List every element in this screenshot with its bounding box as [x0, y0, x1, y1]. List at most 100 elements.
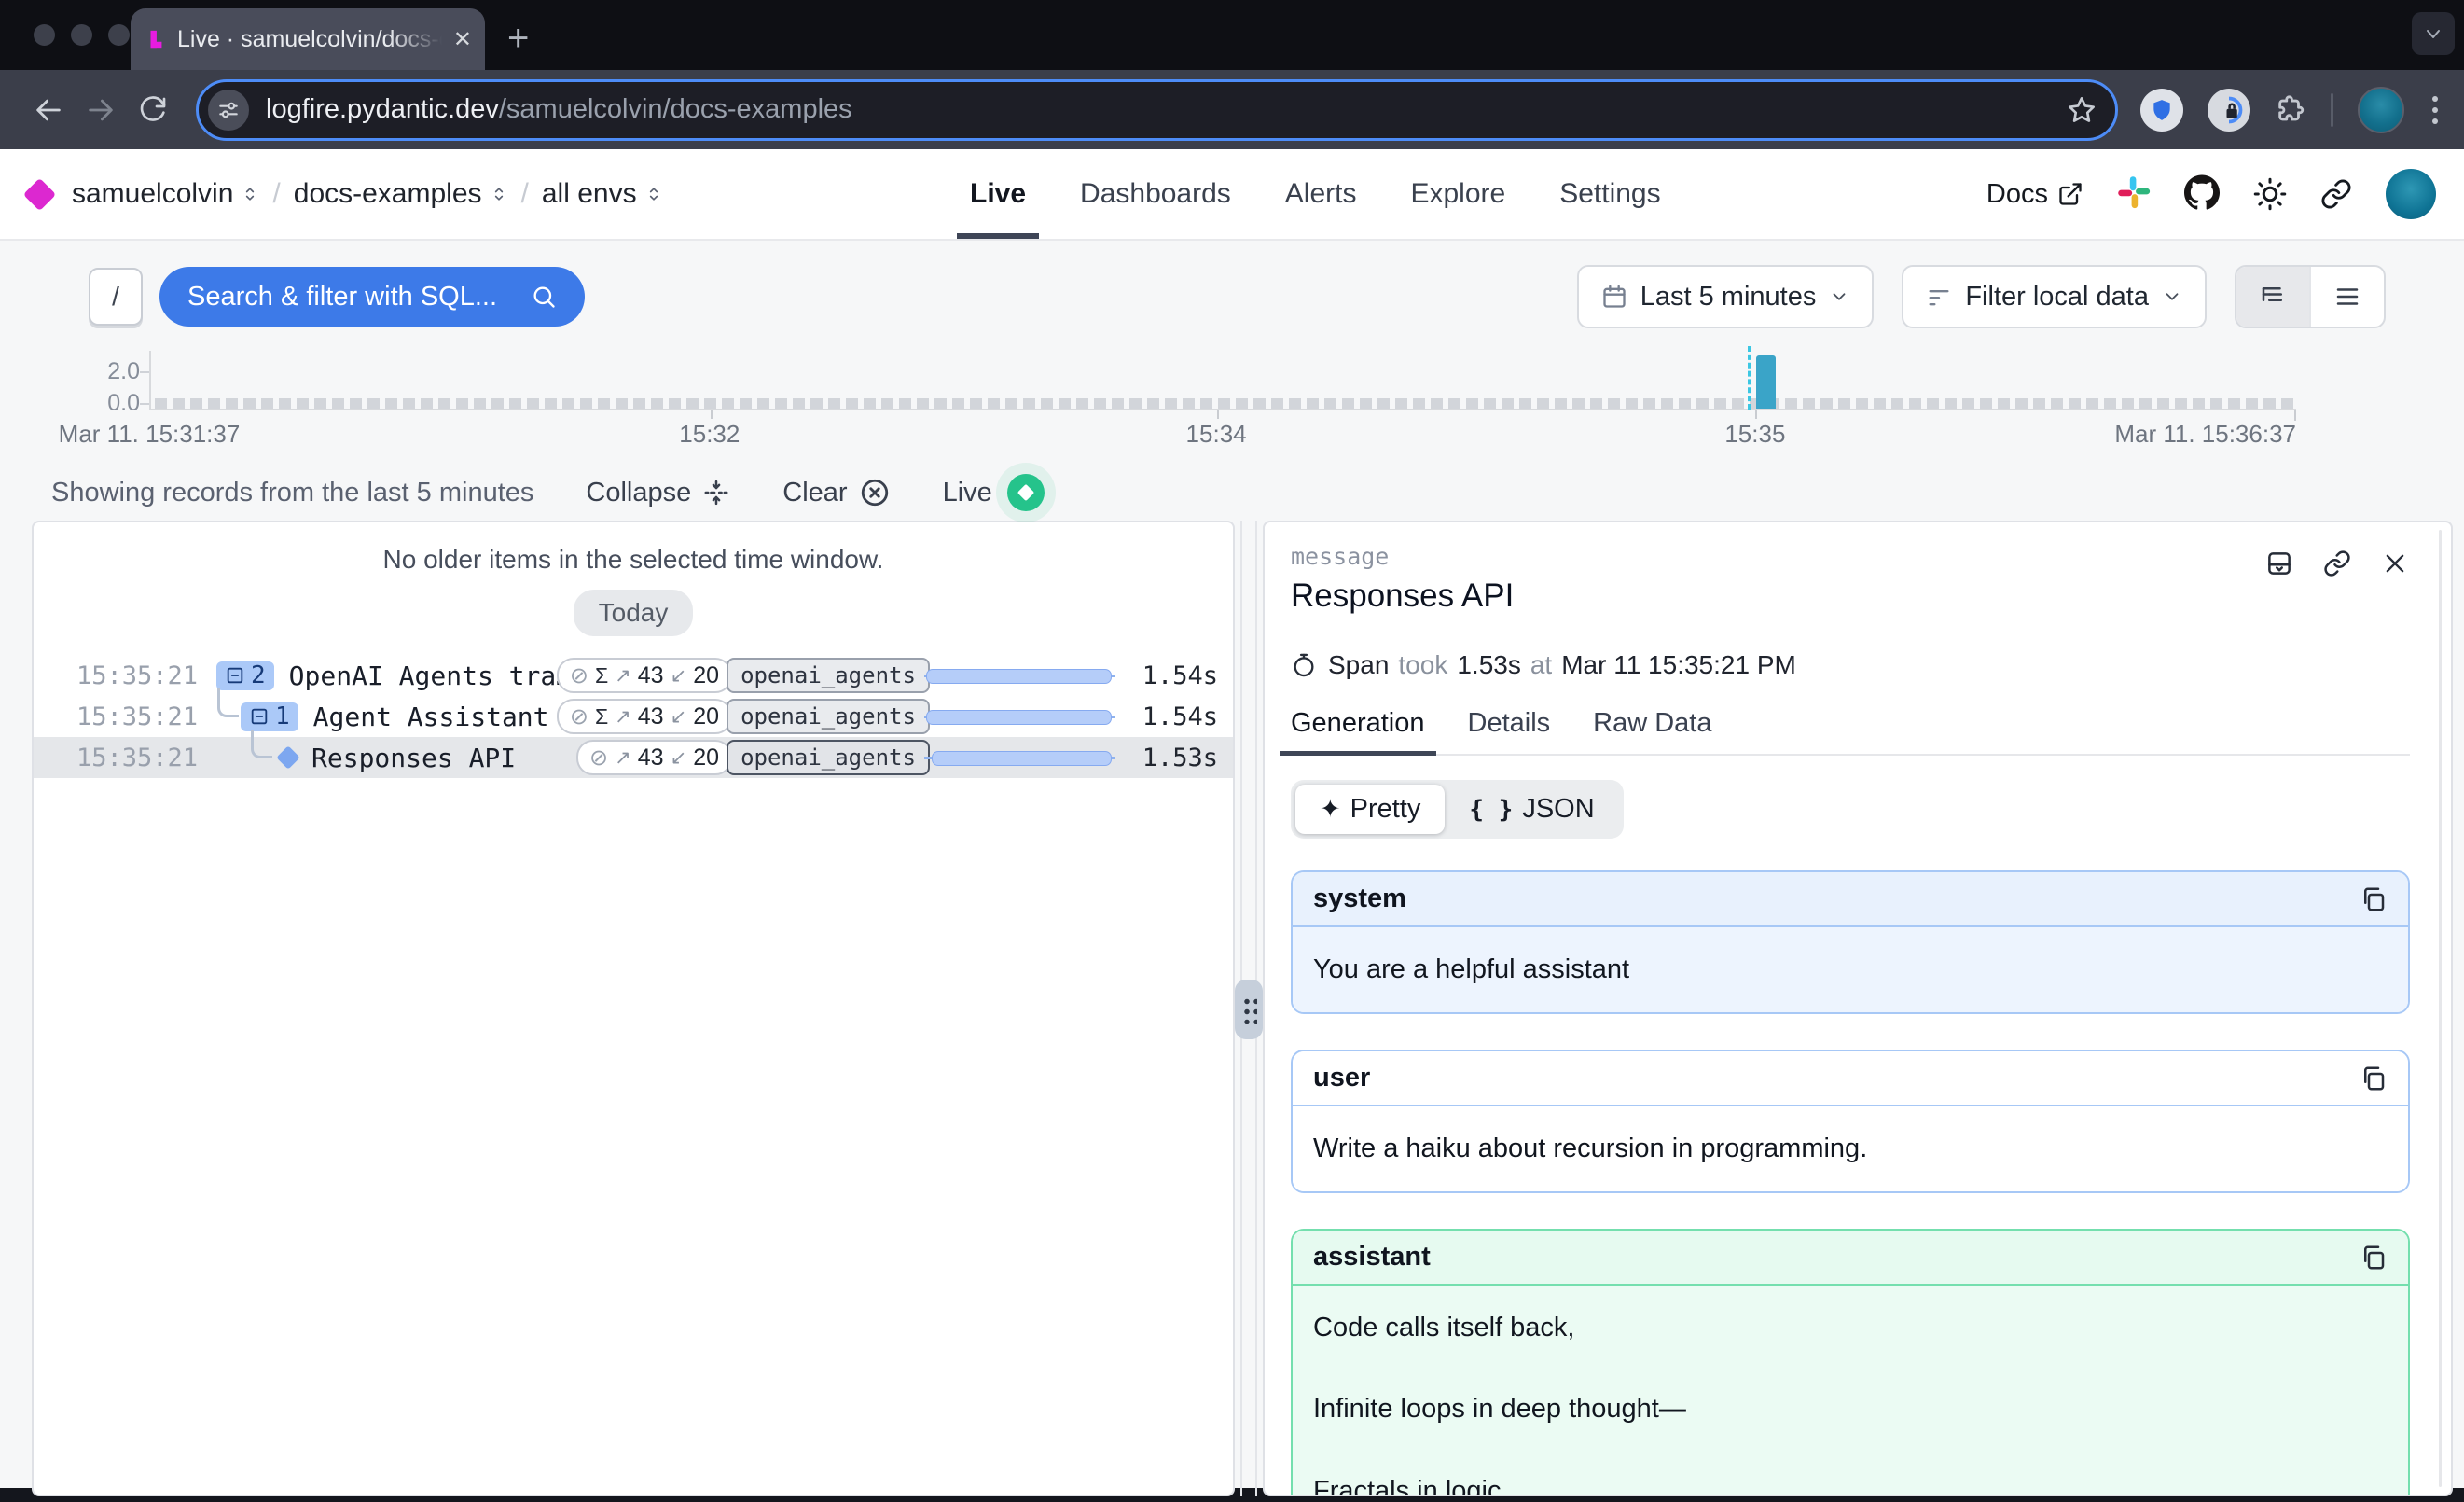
y-tick-label: 2.0	[84, 358, 140, 385]
trace-row-selected[interactable]: 15:35:21 Responses API ⊘ ↗43 ↙20 openai_…	[34, 737, 1233, 778]
browser-menu-button[interactable]	[2429, 92, 2442, 128]
tab-close-icon[interactable]: ✕	[453, 26, 472, 53]
site-settings-button[interactable]	[208, 90, 249, 131]
collapse-button[interactable]: Collapse	[586, 478, 730, 508]
tab-search-chevron-button[interactable]	[2412, 12, 2455, 55]
pretty-toggle[interactable]: ✦ Pretty	[1295, 785, 1445, 834]
app-body: / Search & filter with SQL... Last 5 min…	[0, 241, 2464, 1488]
extensions-puzzle-button[interactable]	[2275, 94, 2306, 126]
scope-tag-cell: openai_agents	[745, 699, 911, 734]
puzzle-icon	[2275, 94, 2306, 126]
forward-button[interactable]	[82, 91, 119, 129]
theme-toggle-button[interactable]	[2253, 177, 2287, 211]
json-toggle[interactable]: { } JSON	[1445, 785, 1618, 834]
tokens-out-count: 20	[693, 744, 719, 772]
date-chip[interactable]: Today	[574, 590, 694, 636]
tab-raw-data[interactable]: Raw Data	[1593, 708, 1711, 739]
close-window-button[interactable]	[34, 24, 55, 46]
link-icon	[2323, 549, 2351, 577]
y-tick-mark	[140, 371, 149, 373]
share-link-button[interactable]	[2320, 178, 2352, 210]
message-header: assistant	[1293, 1231, 2408, 1286]
zoom-window-button[interactable]	[108, 24, 130, 46]
pretty-label: Pretty	[1350, 794, 1421, 825]
time-range-dropdown[interactable]: Last 5 minutes	[1577, 265, 1875, 328]
list-view-toggle[interactable]	[2309, 267, 2384, 327]
nav-item-dashboards[interactable]: Dashboards	[1080, 149, 1231, 239]
breadcrumb-org[interactable]: samuelcolvin	[72, 178, 259, 210]
collapse-label: Collapse	[586, 478, 691, 508]
user-avatar[interactable]	[2386, 169, 2436, 219]
browser-tab[interactable]: Live · samuelcolvin/docs-examples ✕	[131, 8, 485, 70]
dock-panel-button[interactable]	[2264, 549, 2294, 578]
sun-icon	[2253, 177, 2287, 211]
tokens-out-count: 20	[693, 703, 719, 730]
live-toggle-button[interactable]: Live	[943, 474, 1045, 511]
breadcrumb-env[interactable]: all envs	[542, 178, 663, 210]
record-count-bar	[1756, 355, 1776, 409]
copy-icon[interactable]	[2360, 885, 2388, 913]
header-actions: Docs	[1986, 169, 2436, 219]
tree-view-icon	[2259, 283, 2287, 311]
span-collapse-badge[interactable]: 1	[241, 702, 298, 731]
search-icon	[531, 284, 557, 310]
macos-window-controls[interactable]	[34, 24, 130, 46]
message-role: user	[1313, 1063, 1370, 1093]
split-panes: No older items in the selected time wind…	[0, 521, 2464, 1496]
external-link-icon	[2057, 181, 2083, 207]
x-tick-mark	[1755, 410, 1757, 419]
tab-generation[interactable]: Generation	[1291, 708, 1425, 739]
trace-row[interactable]: 15:35:21 2 OpenAI Agents trace Agent… ⊘ …	[34, 655, 1233, 696]
detail-scrollbar[interactable]	[2439, 530, 2442, 1487]
filter-local-data-dropdown[interactable]: Filter local data	[1902, 265, 2207, 328]
docs-link[interactable]: Docs	[1986, 179, 2083, 210]
tree-view-toggle[interactable]	[2236, 267, 2309, 327]
breadcrumb-project[interactable]: docs-examples	[294, 178, 508, 210]
password-extension-button[interactable]	[2208, 89, 2250, 132]
permalink-button[interactable]	[2322, 549, 2352, 578]
copy-icon[interactable]	[2360, 1064, 2388, 1092]
address-bar[interactable]: logfire.pydantic.dev/samuelcolvin/docs-e…	[196, 79, 2118, 141]
app-header: samuelcolvin / docs-examples / all envs …	[0, 149, 2464, 241]
message-header: user	[1293, 1051, 2408, 1106]
message-body: Write a haiku about recursion in program…	[1293, 1106, 2408, 1191]
browser-profile-avatar[interactable]	[2358, 87, 2404, 133]
breadcrumb-org-label: samuelcolvin	[72, 178, 233, 210]
y-tick-mark	[140, 403, 149, 405]
close-panel-button[interactable]	[2380, 549, 2410, 578]
new-tab-button[interactable]: +	[507, 20, 529, 57]
trace-row[interactable]: 15:35:21 1 Agent Assistant ⊘ Σ ↗43	[34, 696, 1233, 737]
clear-button[interactable]: Clear	[782, 477, 890, 508]
lock-circle-icon	[2215, 96, 2243, 124]
copy-icon[interactable]	[2360, 1244, 2388, 1272]
reload-button[interactable]	[134, 91, 172, 129]
nav-item-live[interactable]: Live	[970, 149, 1026, 239]
haiku-line: Code calls itself back,	[1313, 1310, 2388, 1346]
bookmark-star-button[interactable]	[2067, 95, 2097, 125]
tree-elbow-connector	[217, 688, 239, 717]
splitter-drag-handle[interactable]	[1235, 980, 1263, 1039]
chevron-down-icon	[2422, 22, 2444, 45]
github-link[interactable]	[2184, 174, 2220, 215]
span-duration: 1.53s	[1457, 650, 1521, 680]
duration-bar	[924, 709, 1115, 724]
search-sql-button[interactable]: Search & filter with SQL...	[159, 267, 585, 327]
slash-shortcut-key[interactable]: /	[89, 268, 143, 326]
nav-item-settings[interactable]: Settings	[1559, 149, 1660, 239]
nav-item-alerts[interactable]: Alerts	[1285, 149, 1357, 239]
span-summary-line: Span took 1.53s at Mar 11 15:35:21 PM	[1291, 650, 2410, 680]
span-collapse-badge[interactable]: 2	[216, 661, 274, 690]
minimize-window-button[interactable]	[71, 24, 92, 46]
back-button[interactable]	[30, 91, 67, 129]
bitwarden-extension-button[interactable]	[2140, 89, 2183, 132]
tab-details[interactable]: Details	[1468, 708, 1551, 739]
row-timestamp: 15:35:21	[34, 702, 207, 731]
x-tick-label: Mar 11. 15:36:37	[2114, 420, 2296, 449]
tab-title: Live · samuelcolvin/docs-examples	[177, 26, 448, 53]
nav-item-explore[interactable]: Explore	[1410, 149, 1505, 239]
toolbar-divider	[2331, 93, 2333, 127]
link-icon	[2320, 178, 2352, 210]
filter-local-data-label: Filter local data	[1965, 282, 2149, 313]
slack-link[interactable]	[2117, 175, 2151, 214]
y-tick-label: 0.0	[84, 390, 140, 417]
